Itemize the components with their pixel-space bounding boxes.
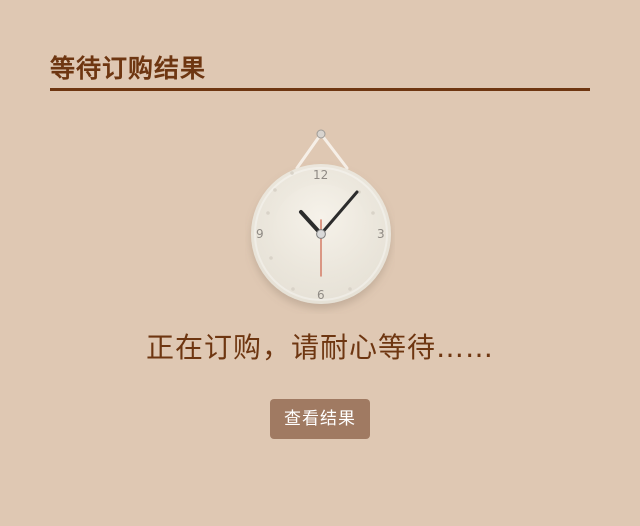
- wall-clock-icon: 12 3 6 9: [245, 124, 395, 314]
- view-result-button[interactable]: 查看结果: [270, 399, 370, 439]
- clock-number-9: 9: [256, 227, 264, 241]
- page-header: 等待订购结果: [50, 52, 590, 91]
- clock-number-12: 12: [313, 168, 329, 182]
- clock-number-3: 3: [377, 227, 385, 241]
- clock-number-6: 6: [317, 288, 325, 302]
- page-title: 等待订购结果: [50, 54, 207, 83]
- waiting-message: 正在订购，请耐心等待……: [145, 331, 494, 364]
